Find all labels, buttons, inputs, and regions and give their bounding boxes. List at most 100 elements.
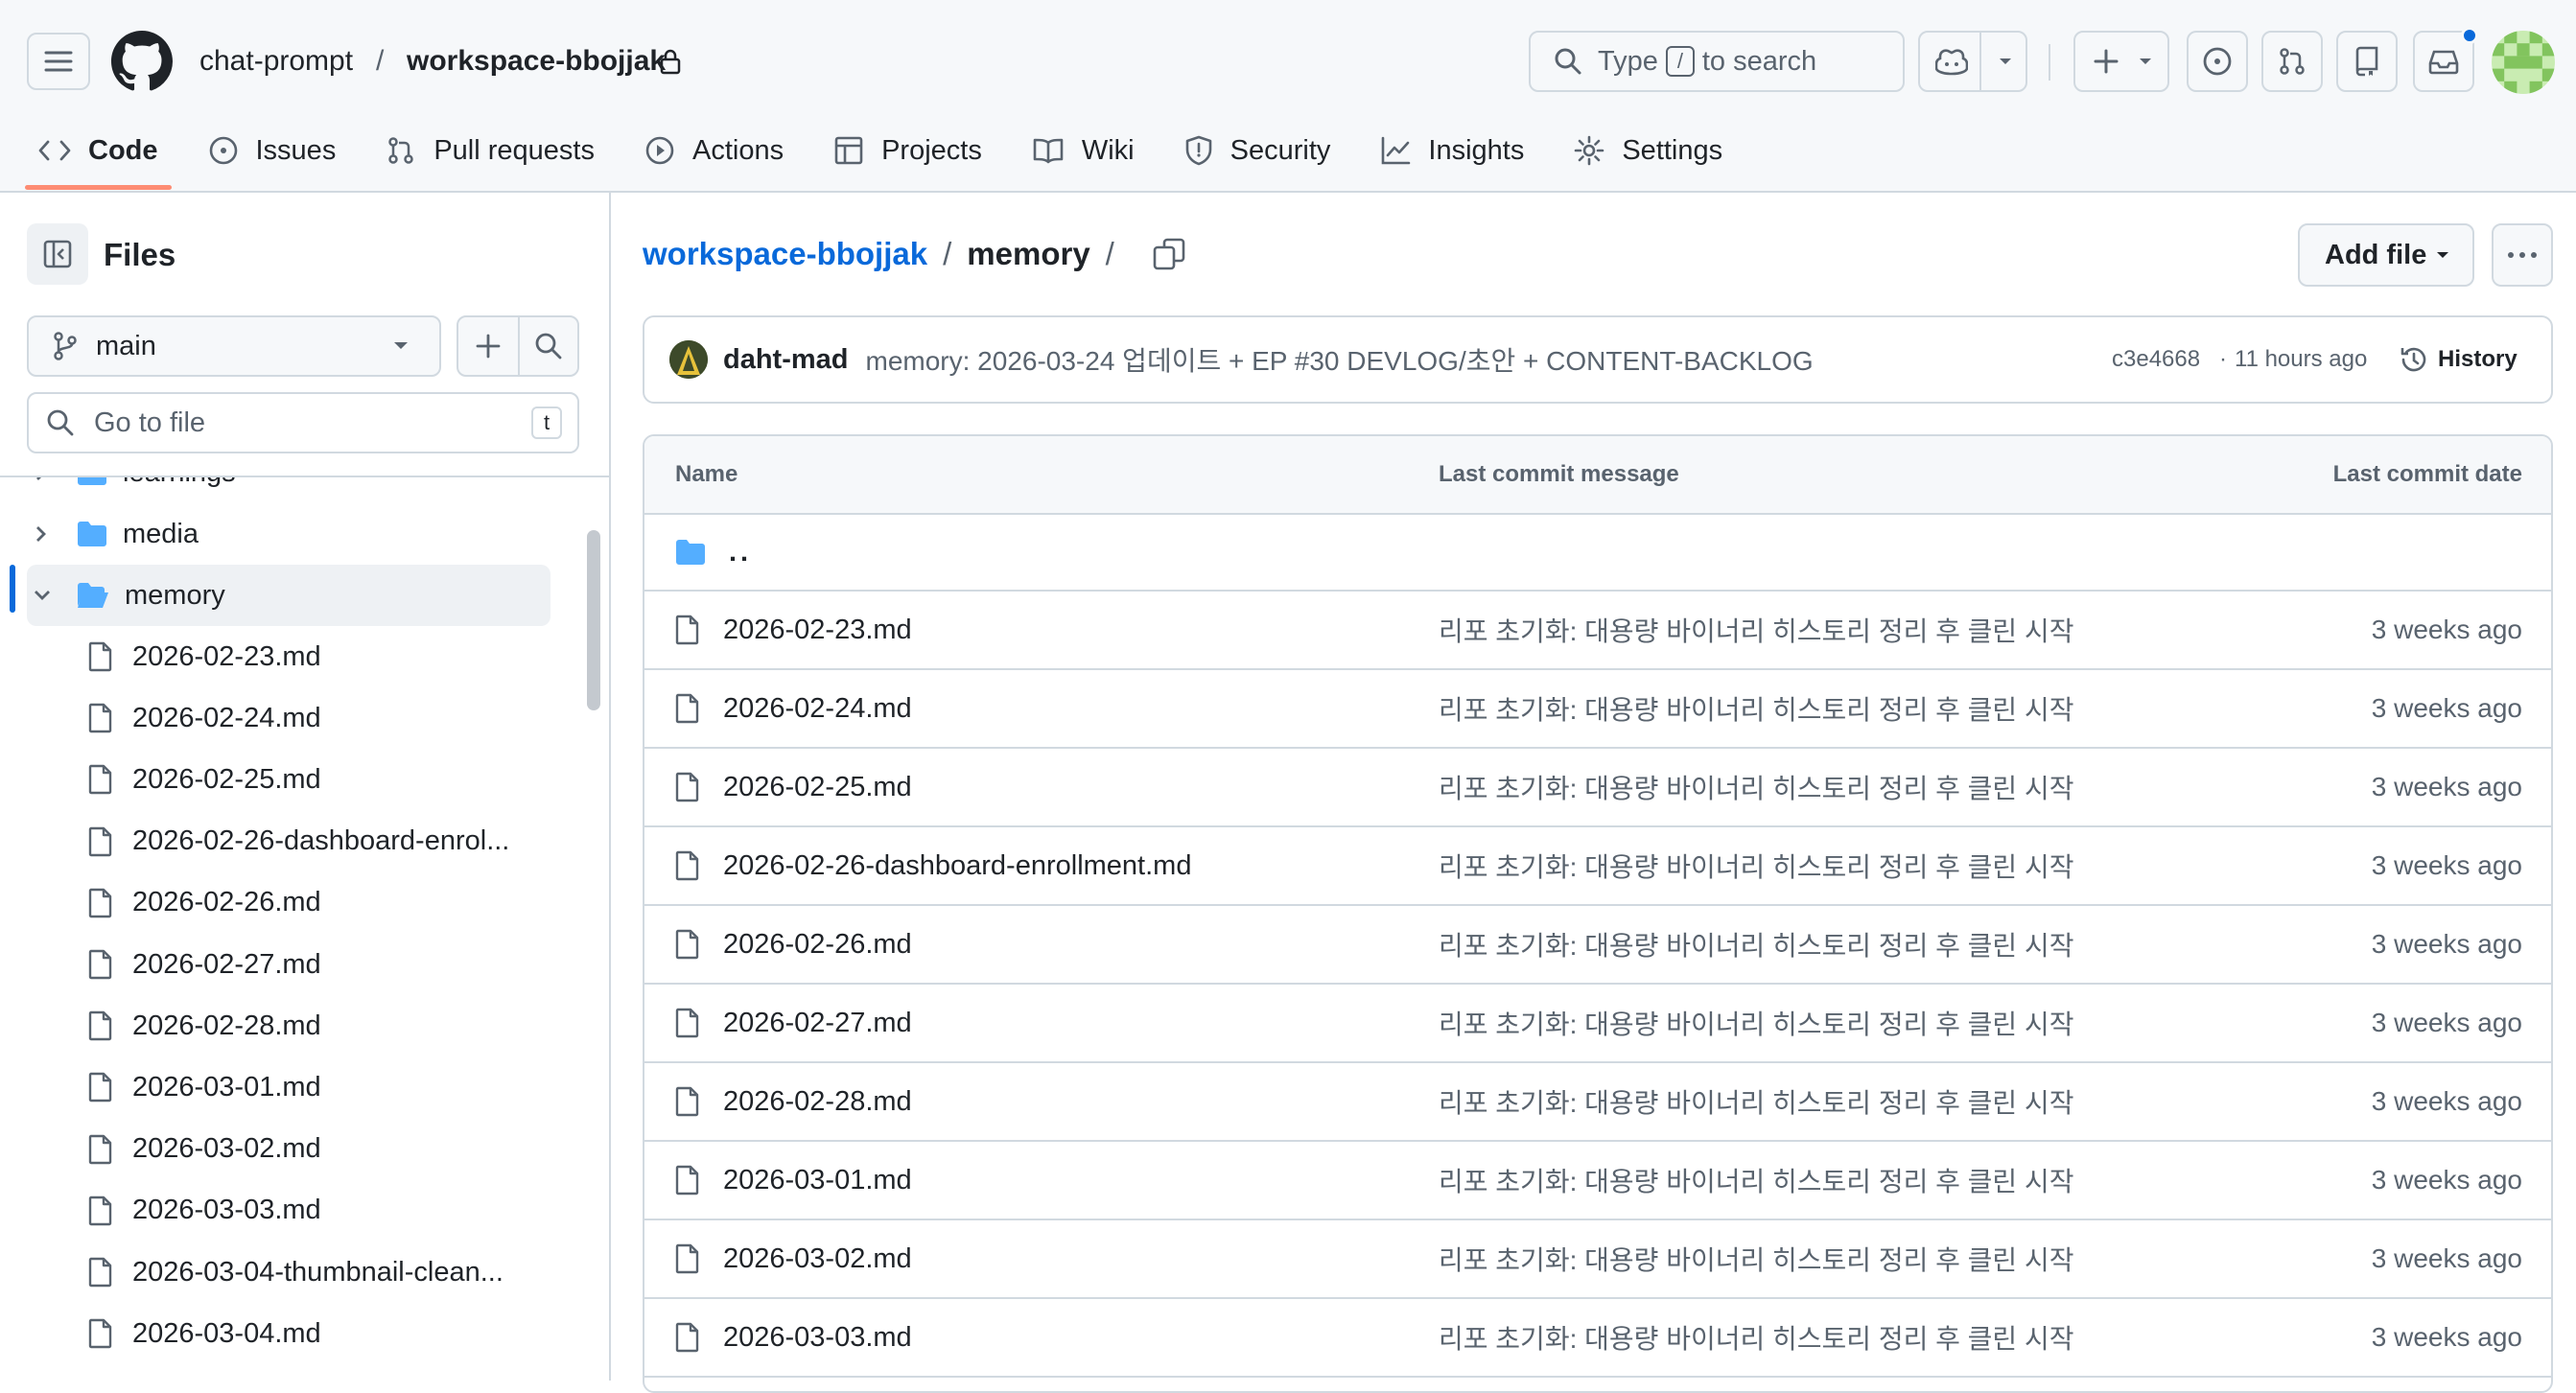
table-row[interactable]: 2026-02-26.md 리포 초기화: 대용량 바이너리 히스토리 정리 후 …: [644, 906, 2551, 985]
table-row[interactable]: 2026-02-26-dashboard-enrollment.md 리포 초기화…: [644, 827, 2551, 906]
tree-item-label: 2026-02-24.md: [132, 702, 321, 733]
commit-message-link[interactable]: 리포 초기화: 대용량 바이너리 히스토리 정리 후 클린 시작: [1439, 1082, 2074, 1121]
go-to-file-shortcut: t: [531, 406, 562, 439]
tree-item-file[interactable]: 2026-03-01.md: [27, 1056, 550, 1118]
file-name-link[interactable]: 2026-02-28.md: [723, 1086, 912, 1118]
tree-item-file[interactable]: 2026-02-28.md: [27, 995, 550, 1056]
commit-message[interactable]: memory: 2026-03-24 업데이트 + EP #30 DEVLOG/…: [866, 340, 1814, 379]
file-name-link[interactable]: 2026-02-26-dashboard-enrollment.md: [723, 850, 1191, 882]
tab-code[interactable]: Code: [25, 127, 171, 190]
file-icon: [675, 1008, 699, 1038]
tree-item-file[interactable]: 2026-02-26.md: [27, 872, 550, 934]
branch-selector[interactable]: main: [27, 315, 441, 377]
add-file-button[interactable]: Add file: [2298, 223, 2474, 287]
parent-directory-link[interactable]: ..: [729, 537, 752, 569]
file-name-link[interactable]: 2026-02-26.md: [723, 929, 912, 961]
repositories-button[interactable]: [2336, 31, 2398, 92]
inbox-button[interactable]: [2413, 27, 2478, 92]
breadcrumb-repo-link[interactable]: workspace-bbojjak: [643, 236, 927, 272]
file-name-link[interactable]: 2026-02-25.md: [723, 772, 912, 803]
tree-item-label: 2026-03-03.md: [132, 1195, 321, 1226]
owner-link[interactable]: chat-prompt: [199, 44, 353, 79]
search-files-button[interactable]: [520, 317, 577, 375]
tree-item-media[interactable]: media: [27, 503, 550, 565]
github-logo-icon[interactable]: [111, 31, 173, 92]
tree-item-file[interactable]: 2026-02-23.md: [27, 626, 550, 687]
search-input[interactable]: Type / to search: [1529, 31, 1905, 92]
tab-actions[interactable]: Actions: [644, 127, 784, 174]
commit-message-link[interactable]: 리포 초기화: 대용량 바이너리 히스토리 정리 후 클린 시작: [1439, 1004, 2074, 1042]
file-name-link[interactable]: 2026-03-03.md: [723, 1322, 912, 1354]
commit-message-link[interactable]: 리포 초기화: 대용량 바이너리 히스토리 정리 후 클린 시작: [1439, 611, 2074, 649]
table-row[interactable]: 2026-02-28.md 리포 초기화: 대용량 바이너리 히스토리 정리 후 …: [644, 1063, 2551, 1142]
tab-security[interactable]: Security: [1184, 127, 1330, 174]
tree-item-file[interactable]: 2026-02-27.md: [27, 934, 550, 995]
table-row[interactable]: 2026-02-24.md 리포 초기화: 대용량 바이너리 히스토리 정리 후 …: [644, 670, 2551, 749]
folder-icon: [78, 522, 106, 546]
commit-message-link[interactable]: 리포 초기화: 대용량 바이너리 히스토리 정리 후 클린 시작: [1439, 768, 2074, 806]
tree-item-file[interactable]: 2026-03-04.md: [27, 1303, 550, 1364]
commit-message-link[interactable]: 리포 초기화: 대용량 바이너리 히스토리 정리 후 클린 시작: [1439, 1161, 2074, 1199]
file-name-link[interactable]: 2026-02-23.md: [723, 615, 912, 646]
file-name-link[interactable]: 2026-03-02.md: [723, 1243, 912, 1275]
commit-message-link[interactable]: 리포 초기화: 대용량 바이너리 히스토리 정리 후 클린 시작: [1439, 1240, 2074, 1278]
collapse-sidebar-button[interactable]: [27, 223, 88, 285]
code-icon: [38, 140, 71, 161]
tab-issues[interactable]: Issues: [208, 127, 336, 174]
commit-message-link[interactable]: 리포 초기화: 대용량 바이너리 히스토리 정리 후 클린 시작: [1439, 847, 2074, 885]
table-row[interactable]: 2026-03-02.md 리포 초기화: 대용량 바이너리 히스토리 정리 후 …: [644, 1220, 2551, 1299]
copy-icon[interactable]: [1153, 238, 1185, 270]
chevron-down-icon[interactable]: [1999, 58, 2012, 66]
tab-pull-requests[interactable]: Pull requests: [386, 127, 595, 174]
table-row[interactable]: 2026-03-01.md 리포 초기화: 대용량 바이너리 히스토리 정리 후 …: [644, 1142, 2551, 1220]
file-name-link[interactable]: 2026-02-24.md: [723, 693, 912, 725]
commit-author[interactable]: daht-mad: [723, 344, 849, 376]
file-icon: [88, 1196, 112, 1225]
table-row[interactable]: 2026-02-27.md 리포 초기화: 대용량 바이너리 히스토리 정리 후 …: [644, 985, 2551, 1063]
file-name-link[interactable]: 2026-02-27.md: [723, 1008, 912, 1039]
tree-item-file[interactable]: 2026-02-25.md: [27, 749, 550, 810]
tab-settings[interactable]: Settings: [1574, 127, 1722, 174]
table-row[interactable]: 2026-02-23.md 리포 초기화: 대용량 바이너리 히스토리 정리 후 …: [644, 592, 2551, 670]
copilot-button[interactable]: [1918, 31, 2027, 92]
menu-button[interactable]: [27, 33, 90, 90]
file-name-link[interactable]: 2026-03-01.md: [723, 1165, 912, 1196]
gear-icon: [1575, 135, 1604, 166]
tree-item-file[interactable]: 2026-02-24.md: [27, 687, 550, 749]
tab-insights[interactable]: Insights: [1380, 127, 1524, 174]
avatar[interactable]: [2492, 31, 2555, 94]
kebab-horizontal-icon: [2508, 252, 2537, 258]
avatar[interactable]: [669, 340, 708, 379]
create-new-button[interactable]: [2073, 31, 2169, 92]
sidebar-header: Files main Go to file t: [0, 193, 609, 477]
tree-item-file[interactable]: 2026-03-02.md: [27, 1119, 550, 1180]
tab-projects[interactable]: Projects: [833, 127, 982, 174]
sidebar-scrollbar[interactable]: [587, 530, 600, 710]
pull-requests-header-button[interactable]: [2261, 31, 2323, 92]
tree-item-file[interactable]: 2026-02-26-dashboard-enrol...: [27, 811, 550, 872]
repo-link[interactable]: workspace-bbojjak: [407, 44, 666, 79]
commit-hash[interactable]: c3e4668: [2112, 346, 2200, 373]
add-file-tree-button[interactable]: [458, 317, 518, 375]
search-icon: [1555, 48, 1581, 75]
commit-message-link[interactable]: 리포 초기화: 대용량 바이너리 히스토리 정리 후 클린 시작: [1439, 925, 2074, 963]
tree-item-file[interactable]: 2026-03-04-thumbnail-clean...: [27, 1242, 550, 1303]
parent-directory-row[interactable]: ..: [644, 515, 2551, 592]
notification-dot: [2461, 27, 2478, 44]
chevron-down-icon: [394, 342, 408, 349]
go-to-file-input[interactable]: Go to file t: [27, 392, 579, 453]
commit-date: 3 weeks ago: [2371, 1322, 2522, 1352]
tab-wiki[interactable]: Wiki: [1032, 127, 1135, 174]
commit-message-link[interactable]: 리포 초기화: 대용량 바이너리 히스토리 정리 후 클린 시작: [1439, 689, 2074, 728]
file-icon: [675, 1086, 699, 1117]
table-row[interactable]: 2026-02-25.md 리포 초기화: 대용량 바이너리 히스토리 정리 후 …: [644, 749, 2551, 827]
table-row[interactable]: 2026-03-03.md 리포 초기화: 대용량 바이너리 히스토리 정리 후 …: [644, 1299, 2551, 1378]
tree-item-memory[interactable]: memory: [27, 565, 550, 626]
file-icon: [88, 949, 112, 980]
tree-item-file[interactable]: 2026-03-03.md: [27, 1180, 550, 1242]
more-options-button[interactable]: [2492, 223, 2553, 287]
commit-message-link[interactable]: 리포 초기화: 대용량 바이너리 히스토리 정리 후 클린 시작: [1439, 1318, 2074, 1357]
chevron-down-icon: [2437, 251, 2449, 258]
issues-header-button[interactable]: [2187, 31, 2248, 92]
history-button[interactable]: History: [2400, 345, 2517, 374]
